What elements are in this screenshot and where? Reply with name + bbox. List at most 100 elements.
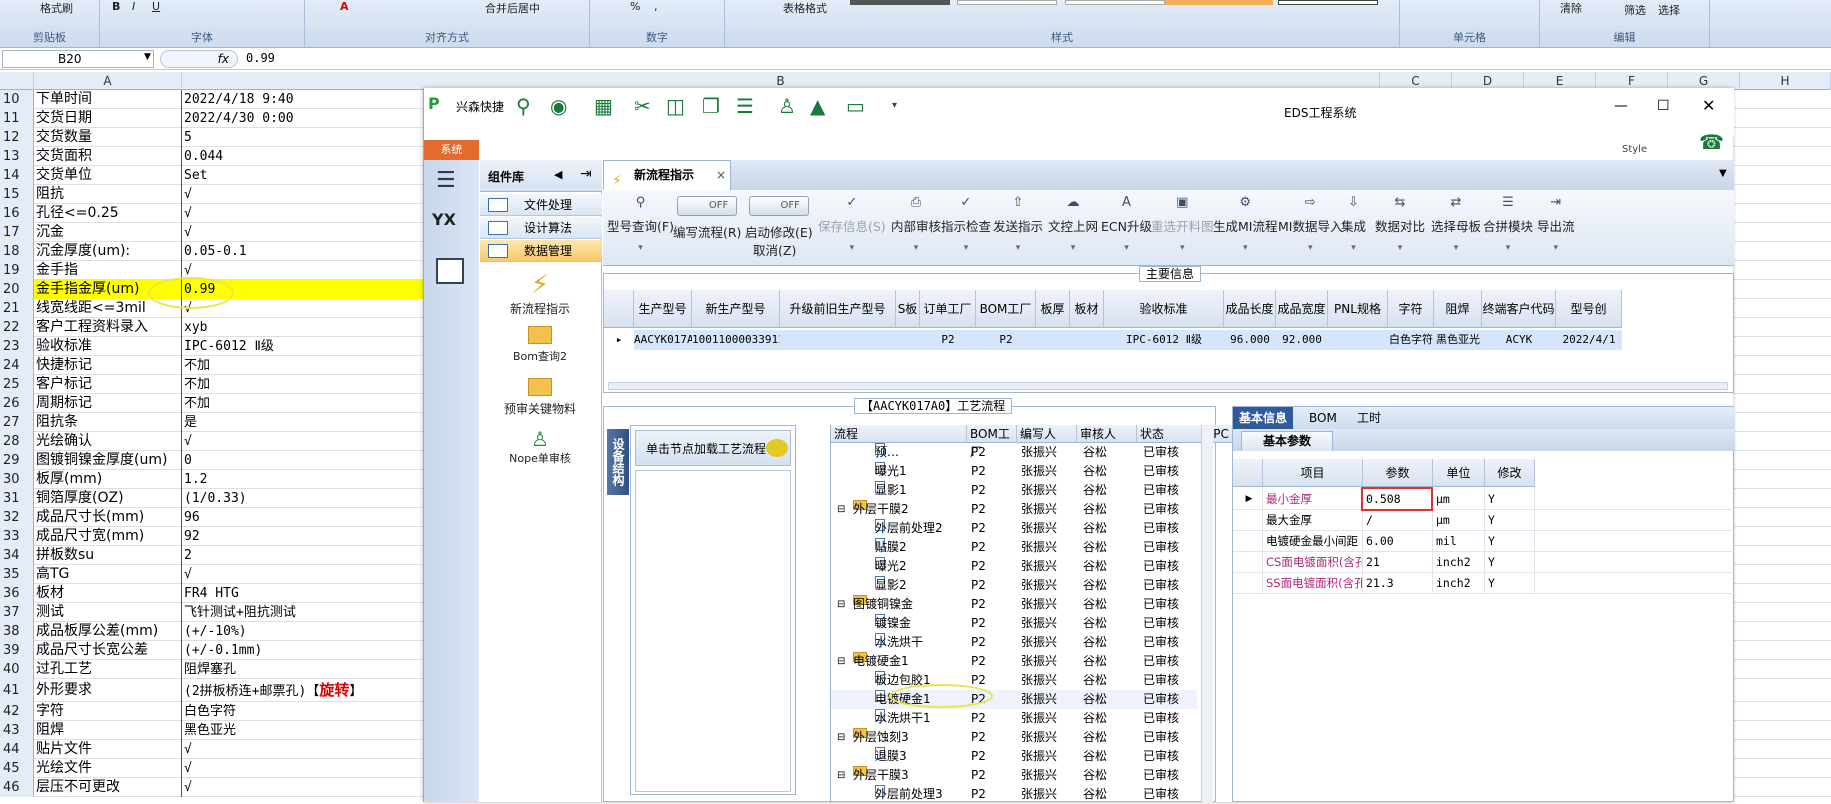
column-header[interactable]: 成品长度: [1224, 290, 1276, 328]
system-tab[interactable]: 系统: [424, 140, 479, 160]
cell-b[interactable]: FR4 HTG: [182, 584, 424, 603]
toolbar-button-10[interactable]: ⚙ 生成MI流程 ▾: [1213, 196, 1277, 254]
grid-cell[interactable]: 10011000033911: [692, 330, 780, 350]
cell-a[interactable]: 测试: [34, 603, 182, 622]
cell-a[interactable]: 过孔工艺: [34, 660, 182, 679]
collapse-icon[interactable]: ◀: [554, 168, 562, 181]
row-header[interactable]: 26: [0, 394, 34, 413]
row-header[interactable]: 35: [0, 565, 34, 584]
tree-row[interactable]: 板边包胶1 P2 张振兴 谷松 已审核: [831, 671, 1197, 690]
tool-bom-query[interactable]: Bom查询2: [490, 326, 590, 364]
row-header[interactable]: 41: [0, 679, 34, 702]
cell-a[interactable]: 阻焊: [34, 721, 182, 740]
row-header[interactable]: 34: [0, 546, 34, 565]
row-header[interactable]: 40: [0, 660, 34, 679]
column-header[interactable]: 升级前旧生产型号: [780, 290, 896, 328]
cell-b[interactable]: 2022/4/30 0:00: [182, 109, 424, 128]
cell-b[interactable]: √: [182, 261, 424, 280]
cell-a[interactable]: 孔径<=0.25: [34, 204, 182, 223]
cell-b[interactable]: 不加: [182, 394, 424, 413]
row-header[interactable]: 14: [0, 166, 34, 185]
row-header[interactable]: 39: [0, 641, 34, 660]
cell-b[interactable]: 0: [182, 451, 424, 470]
film-icon[interactable]: ◫: [666, 94, 685, 118]
param-row[interactable]: SS面电镀面积(含孔) 21.3 inch2 Y: [1233, 573, 1735, 594]
cell-b[interactable]: Set: [182, 166, 424, 185]
tool-nope-review[interactable]: ♙ Nope单审核: [490, 428, 590, 466]
cell-b[interactable]: 不加: [182, 356, 424, 375]
tree-row[interactable]: ⊟ 图镀铜镍金 P2 张振兴 谷松 已审核: [831, 595, 1197, 614]
user-icon[interactable]: ♙: [778, 94, 796, 118]
cell-b[interactable]: (1/0.33): [182, 489, 424, 508]
cell-a[interactable]: 图镀铜镍金厚度(um): [34, 451, 182, 470]
cell-a[interactable]: 板材: [34, 584, 182, 603]
tree-row[interactable]: 贴膜2 P2 张振兴 谷松 已审核: [831, 538, 1197, 557]
tab-bom[interactable]: BOM: [1303, 407, 1343, 429]
cell-a[interactable]: 快捷标记: [34, 356, 182, 375]
comma-button[interactable]: ,: [654, 0, 658, 14]
tree-row[interactable]: 显影2 P2 张振兴 谷松 已审核: [831, 576, 1197, 595]
row-header[interactable]: 24: [0, 356, 34, 375]
row-header[interactable]: 15: [0, 185, 34, 204]
cell-b[interactable]: 是: [182, 413, 424, 432]
cell-b[interactable]: (+/-10%): [182, 622, 424, 641]
cell-a[interactable]: 阻抗条: [34, 413, 182, 432]
toolbar-button-13[interactable]: ⇆ 数据对比 ▾: [1375, 196, 1425, 254]
tree-row[interactable]: ⊟ 外层干膜3 P2 张振兴 谷松 已审核: [831, 766, 1197, 785]
customize-icon[interactable]: ▾: [892, 100, 897, 111]
grid-cell[interactable]: 96.000: [1224, 330, 1276, 350]
cell-a[interactable]: 客户工程资料录入: [34, 318, 182, 337]
cell-a[interactable]: 字符: [34, 702, 182, 721]
name-box[interactable]: B20: [2, 50, 154, 68]
toggle-switch[interactable]: OFF: [748, 196, 809, 216]
grid-cell[interactable]: 白色字符: [1388, 330, 1434, 350]
cell-b[interactable]: √: [182, 432, 424, 451]
cell-b[interactable]: (2拼板桥连+邮票孔)【旋转】: [182, 679, 424, 702]
cell-b[interactable]: 96: [182, 508, 424, 527]
cell-a[interactable]: 贴片文件: [34, 740, 182, 759]
tree-row[interactable]: ⊟ 电镀硬金1 P2 张振兴 谷松 已审核: [831, 652, 1197, 671]
load-process-button[interactable]: 单击节点加载工艺流程: [635, 430, 791, 466]
formula-input[interactable]: 0.99: [246, 51, 275, 65]
toolbar-button-16[interactable]: ⇥ 导出流 ▾: [1537, 196, 1575, 254]
grid-cell[interactable]: [896, 330, 920, 350]
cell-b[interactable]: IPC-6012 Ⅱ级: [182, 337, 424, 356]
toolbar-button-12[interactable]: ⇩ 集成 ▾: [1341, 196, 1366, 254]
cell-b[interactable]: 飞针测试+阻抗测试: [182, 603, 424, 622]
cell-a[interactable]: 铜箔厚度(OZ): [34, 489, 182, 508]
cell-a[interactable]: 外形要求: [34, 679, 182, 702]
close-tab-icon[interactable]: ×: [716, 161, 726, 189]
cell-a[interactable]: 高TG: [34, 565, 182, 584]
tab-basic-params[interactable]: 基本参数: [1241, 431, 1333, 451]
toolbar-button-4[interactable]: ⎙ 内部审核 ▾: [891, 196, 941, 254]
row-header[interactable]: 38: [0, 622, 34, 641]
component-item-data[interactable]: 数据管理: [480, 240, 602, 262]
row-header[interactable]: 21: [0, 299, 34, 318]
tree-row[interactable]: 预… P2 张振兴 谷松 已审核: [831, 443, 1197, 462]
row-header[interactable]: 27: [0, 413, 34, 432]
collapse-toggle-icon[interactable]: ⊟: [837, 500, 845, 519]
cell-b[interactable]: 92: [182, 527, 424, 546]
row-header[interactable]: 22: [0, 318, 34, 337]
percent-button[interactable]: %: [630, 0, 640, 14]
cell-a[interactable]: 交货面积: [34, 147, 182, 166]
tool-new-process[interactable]: ⚡ 新流程指示: [490, 270, 590, 317]
toolbar-button-5[interactable]: ✓ 指示检查 ▾: [941, 196, 991, 254]
tree-column-header[interactable]: 状态: [1137, 425, 1203, 443]
tree-row[interactable]: 退膜3 P2 张振兴 谷松 已审核: [831, 747, 1197, 766]
param-value[interactable]: /: [1363, 510, 1433, 531]
param-modify[interactable]: Y: [1485, 531, 1535, 552]
cell-b[interactable]: √: [182, 740, 424, 759]
grid-cell[interactable]: AACYK017A0: [634, 330, 692, 350]
column-header[interactable]: 生产型号: [634, 290, 692, 328]
grid-cell[interactable]: P2: [920, 330, 976, 350]
style-swatch[interactable]: [850, 0, 950, 5]
minimize-icon[interactable]: —: [1614, 98, 1628, 114]
column-header[interactable]: 验收标准: [1104, 290, 1224, 328]
param-row[interactable]: 最大金厚 / μm Y: [1233, 510, 1735, 531]
column-header[interactable]: 阻焊: [1434, 290, 1482, 328]
grid-cell[interactable]: 92.000: [1276, 330, 1328, 350]
cell-a[interactable]: 成品尺寸长宽公差: [34, 641, 182, 660]
cell-a[interactable]: 验收标准: [34, 337, 182, 356]
row-header[interactable]: 23: [0, 337, 34, 356]
